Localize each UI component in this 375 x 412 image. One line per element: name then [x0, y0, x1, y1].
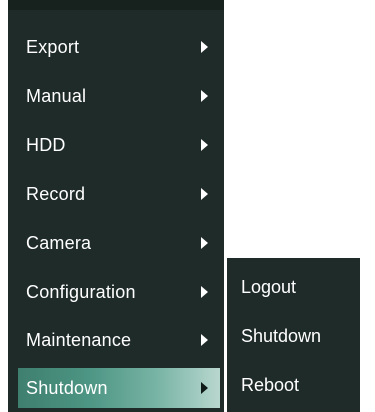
- chevron-right-icon: [201, 286, 208, 298]
- chevron-right-icon: [201, 237, 208, 249]
- menu-top-strip: [8, 0, 224, 10]
- menu-item-camera[interactable]: Camera: [18, 223, 220, 263]
- chevron-right-icon: [201, 382, 208, 394]
- main-menu: Export Manual HDD Record Camera Configur…: [8, 0, 224, 412]
- menu-item-label: Camera: [26, 232, 92, 253]
- submenu-item-reboot[interactable]: Reboot: [241, 371, 299, 399]
- menu-item-label: Shutdown: [26, 377, 108, 398]
- menu-item-hdd[interactable]: HDD: [18, 125, 220, 165]
- menu-item-label: Maintenance: [26, 329, 132, 350]
- submenu-item-logout[interactable]: Logout: [241, 273, 296, 301]
- chevron-right-icon: [201, 90, 208, 102]
- menu-item-configuration[interactable]: Configuration: [18, 272, 220, 312]
- submenu-item-shutdown[interactable]: Shutdown: [241, 322, 321, 350]
- shutdown-submenu: Logout Shutdown Reboot: [224, 258, 360, 412]
- menu-item-manual[interactable]: Manual: [18, 76, 220, 116]
- menu-item-maintenance[interactable]: Maintenance: [18, 320, 220, 360]
- chevron-right-icon: [201, 188, 208, 200]
- chevron-right-icon: [201, 139, 208, 151]
- menu-item-label: Manual: [26, 85, 87, 106]
- menu-item-label: Record: [26, 183, 86, 204]
- chevron-right-icon: [201, 334, 208, 346]
- menu-item-export[interactable]: Export: [18, 27, 220, 67]
- chevron-right-icon: [201, 41, 208, 53]
- menu-item-record[interactable]: Record: [18, 174, 220, 214]
- menu-item-shutdown[interactable]: Shutdown: [18, 368, 220, 408]
- menu-item-label: HDD: [26, 134, 66, 155]
- menu-item-label: Configuration: [26, 281, 136, 302]
- menu-item-label: Export: [26, 36, 80, 57]
